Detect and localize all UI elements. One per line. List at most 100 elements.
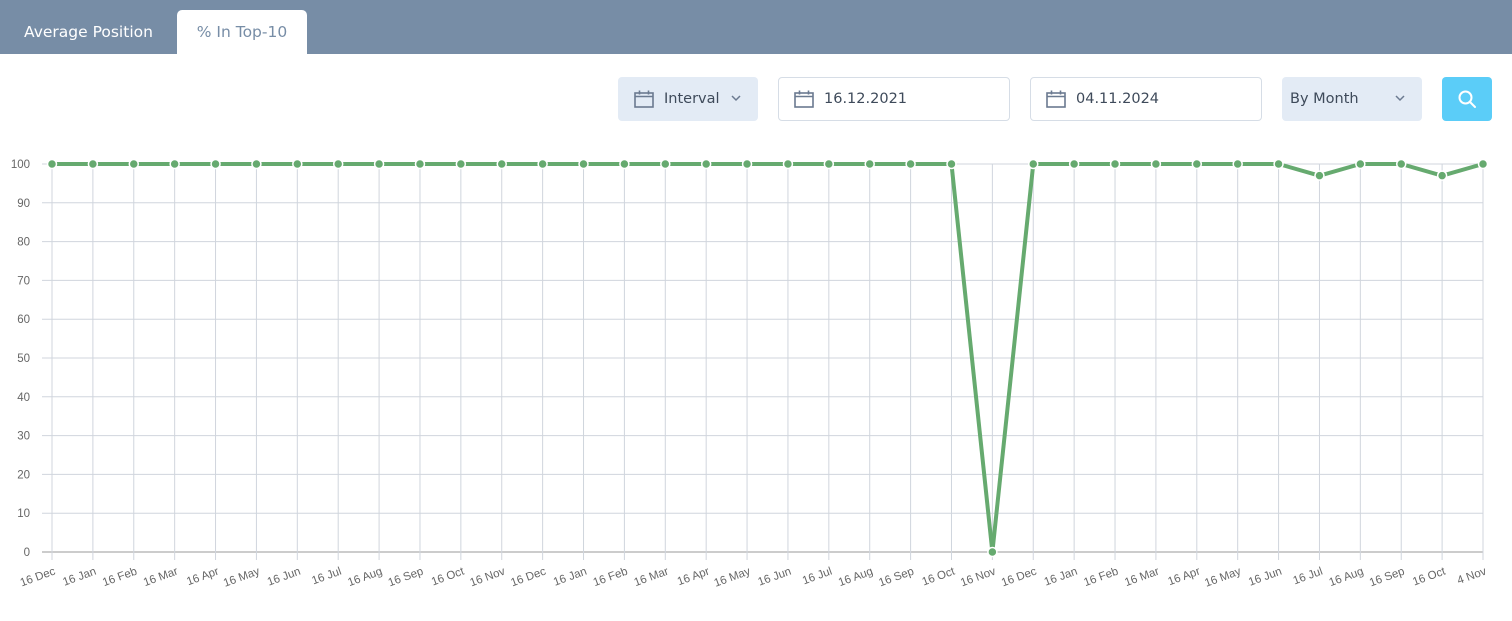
- data-point: [169, 158, 180, 170]
- x-tick-label: 16 Oct: [921, 565, 958, 588]
- y-tick-label: 20: [17, 469, 30, 481]
- x-tick-label: 16 Jul: [801, 566, 834, 588]
- x-tick-label: 16 Apr: [676, 565, 712, 588]
- y-tick-label: 90: [17, 198, 30, 210]
- x-tick-label: 16 Jun: [1247, 566, 1284, 589]
- date-from-input[interactable]: 16.12.2021: [778, 77, 1010, 121]
- data-point: [373, 158, 385, 170]
- calendar-icon: [1046, 90, 1066, 108]
- data-point: [496, 158, 507, 170]
- date-to-input[interactable]: 04.11.2024: [1030, 77, 1262, 121]
- x-tick-label: 16 Feb: [101, 566, 139, 590]
- search-icon: [1458, 90, 1476, 108]
- series-line-segment: [1441, 162, 1484, 178]
- data-point: [332, 158, 344, 170]
- x-tick-label: 16 Mar: [633, 565, 671, 589]
- x-tick-label: 16 Sep: [1368, 566, 1406, 590]
- tab-average-position[interactable]: Average Position: [4, 10, 173, 54]
- x-tick-label: 16 Aug: [1328, 566, 1366, 590]
- y-tick-label: 30: [17, 431, 30, 443]
- date-from-value: 16.12.2021: [824, 91, 908, 107]
- x-tick-label: 16 Jan: [61, 566, 98, 589]
- x-tick-label: 16 Dec: [19, 565, 58, 589]
- x-tick-label: 16 Oct: [430, 565, 467, 588]
- y-tick-label: 100: [11, 159, 30, 171]
- data-point: [660, 158, 671, 170]
- data-point: [1314, 170, 1325, 181]
- data-point: [1355, 158, 1366, 170]
- y-tick-label: 10: [17, 508, 30, 520]
- data-point: [87, 158, 99, 170]
- data-point: [1395, 158, 1407, 170]
- y-tick-label: 40: [17, 392, 30, 404]
- x-tick-label: 4 Nov: [1456, 565, 1489, 587]
- series-line-segment: [1400, 162, 1443, 178]
- series-line-segment: [1318, 162, 1361, 178]
- x-axis: 16 Dec 16 Jan 16 Feb 16 Mar 16 Apr 16 May 16 J…: [19, 565, 1489, 589]
- x-tick-label: 16 Apr: [1166, 565, 1202, 588]
- data-point: [823, 158, 835, 170]
- x-tick-label: 16 Mar: [1123, 565, 1161, 589]
- chevron-down-icon: [1395, 95, 1405, 102]
- grid: [42, 163, 1484, 560]
- interval-dropdown[interactable]: Interval: [618, 77, 758, 121]
- calendar-icon: [634, 90, 654, 108]
- data-point: [619, 158, 630, 170]
- data-point: [537, 158, 548, 170]
- data-point: [210, 158, 221, 170]
- x-tick-label: 16 Dec: [509, 565, 548, 589]
- y-tick-label: 50: [17, 353, 30, 365]
- data-point: [741, 158, 753, 170]
- x-tick-label: 16 Feb: [592, 566, 630, 590]
- data-point: [128, 158, 140, 170]
- granularity-dropdown[interactable]: By Month: [1282, 77, 1422, 121]
- y-axis: 0 10 20 30 40 50 60 70 80 90 100: [11, 159, 30, 559]
- data-point: [46, 158, 58, 170]
- x-tick-label: 16 Dec: [1000, 565, 1039, 589]
- x-tick-label: 16 Jul: [310, 566, 343, 588]
- x-tick-label: 16 Jan: [552, 566, 589, 589]
- granularity-label: By Month: [1290, 91, 1359, 107]
- data-point: [946, 158, 957, 170]
- x-tick-label: 16 Jun: [266, 566, 303, 589]
- data-point: [1191, 158, 1203, 170]
- interval-label: Interval: [664, 91, 720, 107]
- data-point: [1109, 158, 1121, 170]
- data-point: [414, 158, 426, 170]
- x-tick-label: 16 Sep: [877, 566, 915, 590]
- x-tick-label: 16 May: [1203, 565, 1243, 589]
- data-point: [455, 158, 467, 170]
- x-tick-label: 16 Jan: [1043, 566, 1080, 589]
- x-tick-label: 16 Aug: [837, 566, 875, 590]
- data-point: [1232, 158, 1243, 170]
- x-tick-label: 16 Apr: [185, 565, 221, 588]
- data-point: [782, 158, 794, 170]
- x-tick-label: 16 May: [222, 565, 262, 589]
- data-point: [1273, 158, 1284, 170]
- x-tick-label: 16 Aug: [346, 566, 384, 590]
- x-tick-label: 16 Jul: [1292, 566, 1325, 588]
- tab-bar: Average Position % In Top-10: [0, 0, 1512, 54]
- date-to-value: 04.11.2024: [1076, 91, 1160, 107]
- data-point: [251, 158, 262, 170]
- tab-percent-top-10[interactable]: % In Top-10: [177, 10, 307, 54]
- series-line-segment: [1278, 162, 1321, 178]
- search-button[interactable]: [1442, 77, 1492, 121]
- x-tick-label: 16 Nov: [468, 565, 507, 589]
- data-point: [1436, 170, 1448, 181]
- calendar-icon: [794, 90, 814, 108]
- data-point: [700, 158, 712, 170]
- y-tick-label: 60: [17, 314, 30, 326]
- data-point: [905, 158, 916, 170]
- chevron-down-icon: [731, 95, 741, 102]
- y-tick-label: 70: [17, 275, 30, 287]
- data-point: [987, 546, 998, 558]
- x-tick-label: 16 Jun: [756, 566, 793, 589]
- x-tick-label: 16 Nov: [959, 565, 998, 589]
- data-point: [1068, 158, 1080, 170]
- data-point: [864, 158, 875, 170]
- data-point: [1477, 158, 1489, 170]
- data-point: [1150, 158, 1162, 170]
- x-tick-label: 16 Sep: [387, 566, 425, 590]
- x-tick-label: 16 Feb: [1082, 566, 1120, 590]
